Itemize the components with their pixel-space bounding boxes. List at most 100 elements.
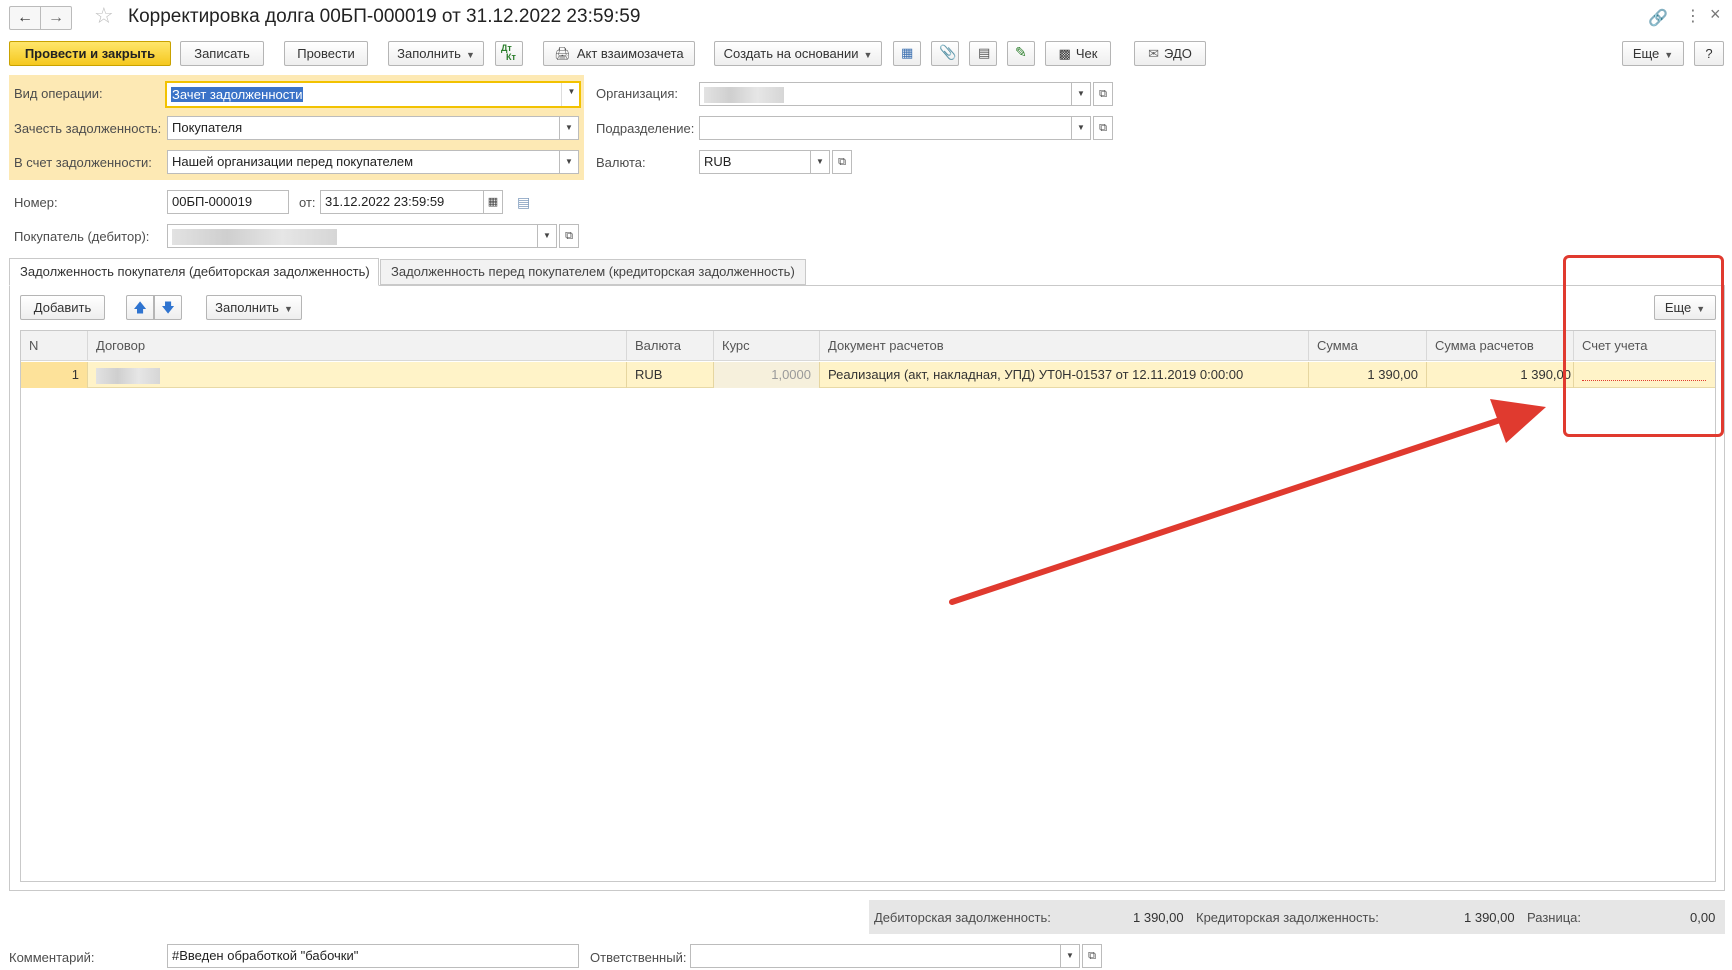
- table-fill-label: Заполнить: [215, 300, 279, 315]
- fill-dropdown-button[interactable]: Заполнить ▼: [388, 41, 484, 66]
- col-sum[interactable]: Сумма: [1309, 331, 1427, 361]
- col-currency[interactable]: Валюта: [627, 331, 714, 361]
- chevron-down-icon[interactable]: ▼: [1060, 945, 1079, 967]
- back-button[interactable]: ←: [9, 6, 41, 30]
- col-document[interactable]: Документ расчетов: [820, 331, 1309, 361]
- col-rate[interactable]: Курс: [714, 331, 820, 361]
- printer-icon: 🖨: [554, 46, 571, 61]
- debit-value: 1 390,00: [1133, 910, 1184, 925]
- calendar-icon[interactable]: ▦: [483, 191, 502, 213]
- arrow-left-icon: ←: [17, 9, 33, 26]
- org-open-button[interactable]: ⧉: [1093, 82, 1113, 106]
- tab-receivables[interactable]: Задолженность покупателя (дебиторская за…: [9, 258, 379, 286]
- buyer-open-button[interactable]: ⧉: [559, 224, 579, 248]
- move-up-button[interactable]: 🡅: [126, 295, 154, 320]
- account-value: Нашей организации перед покупателем: [172, 154, 414, 169]
- window-menu-icon[interactable]: ⋮: [1685, 6, 1701, 26]
- sign-button[interactable]: ✎: [1007, 41, 1035, 66]
- cell-contract: [88, 362, 627, 388]
- edo-button[interactable]: ✉ ЭДО: [1134, 41, 1206, 66]
- tab-payables[interactable]: Задолженность перед покупателем (кредито…: [380, 259, 806, 285]
- favorite-star-icon[interactable]: ☆: [94, 3, 114, 29]
- buyer-value-redacted: [172, 228, 337, 245]
- annotation-highlight-box: [1563, 255, 1724, 437]
- dt-kt-icon: Дт Кт: [501, 43, 516, 62]
- org-label: Организация:: [596, 86, 679, 101]
- chevron-down-icon: ▼: [863, 50, 873, 60]
- dept-open-button[interactable]: ⧉: [1093, 116, 1113, 140]
- number-value: 00БП-000019: [172, 194, 253, 209]
- col-n[interactable]: N: [21, 331, 88, 361]
- attach-button[interactable]: 📎: [931, 41, 959, 66]
- chevron-down-icon: ▼: [1664, 50, 1674, 60]
- operation-label: Вид операции:: [14, 86, 103, 101]
- chevron-down-icon[interactable]: ▼: [810, 151, 829, 173]
- link-icon[interactable]: 🔗: [1648, 8, 1668, 28]
- date-input[interactable]: 31.12.2022 23:59:59 ▦: [320, 190, 503, 214]
- buyer-select[interactable]: ▼: [167, 224, 557, 248]
- report-button[interactable]: ▤: [969, 41, 997, 66]
- chevron-down-icon[interactable]: ▼: [1071, 83, 1090, 105]
- akt-button[interactable]: 🖨 Акт взаимозачета: [543, 41, 695, 66]
- history-icon[interactable]: ▤: [517, 194, 530, 211]
- dept-select[interactable]: ▼: [699, 116, 1091, 140]
- move-down-button[interactable]: 🡇: [154, 295, 182, 320]
- operation-select[interactable]: Зачет задолженности ▼: [165, 81, 581, 108]
- chevron-down-icon[interactable]: ▼: [537, 225, 556, 247]
- diff-label: Разница:: [1527, 910, 1582, 925]
- chevron-down-icon[interactable]: ▼: [1071, 117, 1090, 139]
- dt-kt-button[interactable]: Дт Кт: [495, 41, 523, 66]
- credit-label: Кредиторская задолженность:: [1196, 910, 1379, 925]
- arrow-up-icon: 🡅: [133, 300, 147, 315]
- responsible-label: Ответственный:: [590, 950, 687, 965]
- comment-label: Комментарий:: [9, 950, 95, 965]
- currency-select[interactable]: RUB ▼: [699, 150, 830, 174]
- offset-select[interactable]: Покупателя ▼: [167, 116, 579, 140]
- responsible-open-button[interactable]: ⧉: [1082, 944, 1102, 968]
- org-value-redacted: [704, 86, 784, 103]
- buyer-label: Покупатель (дебитор):: [14, 229, 150, 244]
- comment-input[interactable]: #Введен обработкой "бабочки": [167, 944, 579, 968]
- save-button[interactable]: Записать: [180, 41, 264, 66]
- edo-label: ЭДО: [1164, 46, 1192, 61]
- table-fill-button[interactable]: Заполнить ▼: [206, 295, 302, 320]
- cell-rate: 1,0000: [714, 362, 820, 388]
- chevron-down-icon: ▼: [465, 50, 475, 60]
- check-label: Чек: [1075, 46, 1098, 61]
- check-button[interactable]: ▩ Чек: [1045, 41, 1111, 66]
- create-based-button[interactable]: Создать на основании ▼: [714, 41, 882, 66]
- currency-label: Валюта:: [596, 155, 646, 170]
- number-label: Номер:: [14, 195, 58, 210]
- number-input[interactable]: 00БП-000019: [167, 190, 289, 214]
- cell-currency: RUB: [627, 362, 714, 388]
- cash-register-icon: ▩: [1058, 46, 1071, 61]
- post-and-close-button[interactable]: Провести и закрыть: [9, 41, 171, 66]
- org-select[interactable]: ▼: [699, 82, 1091, 106]
- date-label: от:: [299, 195, 316, 210]
- dept-label: Подразделение:: [596, 121, 695, 136]
- col-contract[interactable]: Договор: [88, 331, 627, 361]
- add-row-button[interactable]: Добавить: [20, 295, 105, 320]
- responsible-select[interactable]: ▼: [690, 944, 1080, 968]
- paperclip-icon: 📎: [939, 44, 957, 60]
- more-button[interactable]: Еще ▼: [1622, 41, 1684, 66]
- currency-open-button[interactable]: ⧉: [832, 150, 852, 174]
- arrow-down-icon: 🡇: [161, 300, 175, 315]
- post-button[interactable]: Провести: [284, 41, 368, 66]
- close-icon[interactable]: ×: [1710, 4, 1721, 25]
- help-button[interactable]: ?: [1694, 41, 1724, 66]
- account-select[interactable]: Нашей организации перед покупателем ▼: [167, 150, 579, 174]
- pen-icon: ✎: [1015, 44, 1027, 60]
- create-based-label: Создать на основании: [723, 46, 859, 61]
- chevron-down-icon[interactable]: ▼: [561, 83, 579, 106]
- chevron-down-icon[interactable]: ▼: [559, 117, 578, 139]
- structure-button[interactable]: ▦: [893, 41, 921, 66]
- table-row[interactable]: 1 RUB 1,0000 Реализация (акт, накладная,…: [21, 362, 1715, 388]
- date-value: 31.12.2022 23:59:59: [325, 194, 445, 209]
- chevron-down-icon[interactable]: ▼: [559, 151, 578, 173]
- forward-button[interactable]: →: [40, 6, 72, 30]
- col-settle-sum[interactable]: Сумма расчетов: [1427, 331, 1574, 361]
- debit-label: Дебиторская задолженность:: [874, 910, 1051, 925]
- window-title: Корректировка долга 00БП-000019 от 31.12…: [128, 6, 641, 27]
- credit-value: 1 390,00: [1464, 910, 1515, 925]
